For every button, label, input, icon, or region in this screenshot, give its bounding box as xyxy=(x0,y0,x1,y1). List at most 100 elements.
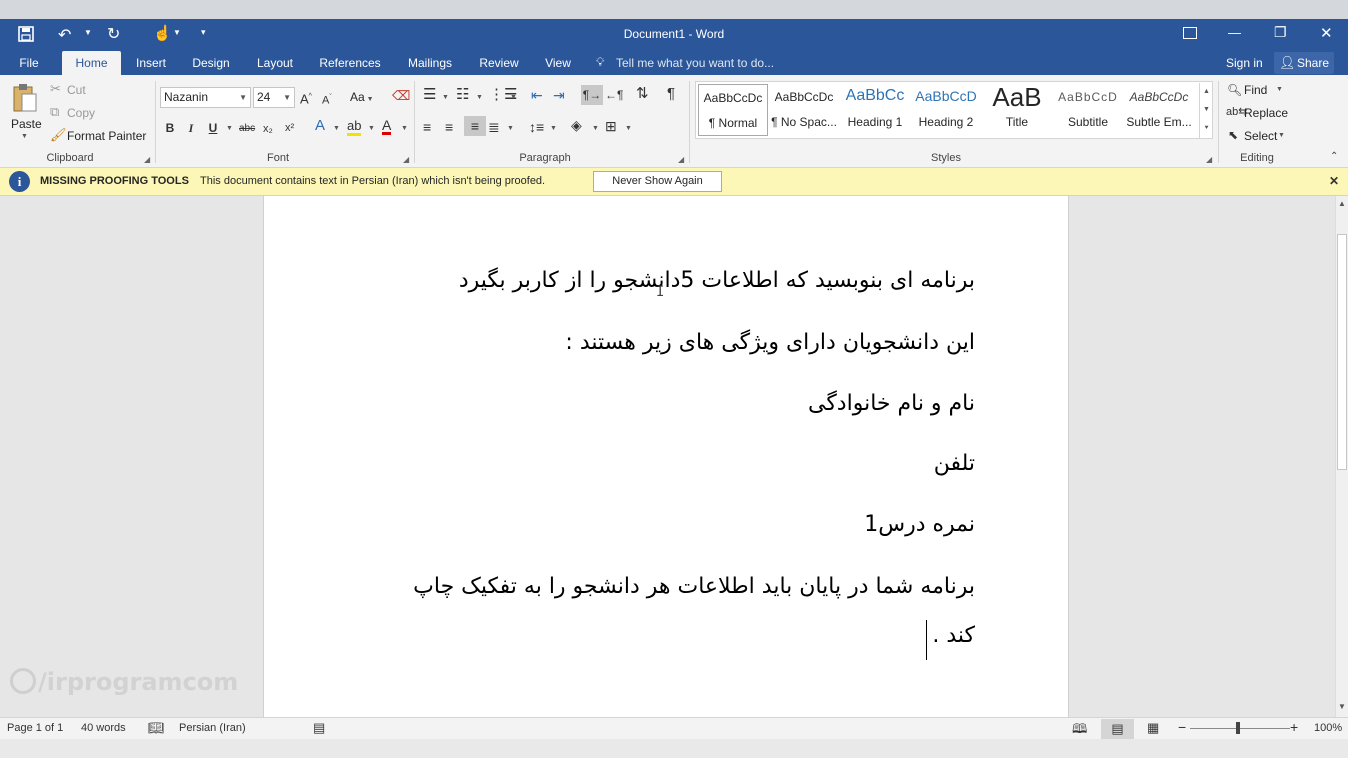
subscript-button[interactable]: x₂ xyxy=(263,122,273,136)
ribbon-display-options-icon[interactable] xyxy=(1183,27,1197,39)
tab-design[interactable]: Design xyxy=(186,51,236,75)
shading-icon[interactable]: ◈ xyxy=(571,118,582,132)
paragraph-launcher-icon[interactable]: ◢ xyxy=(678,155,684,164)
tab-mailings[interactable]: Mailings xyxy=(400,51,460,75)
replace-button[interactable]: Replace xyxy=(1244,106,1288,120)
proofing-icon[interactable]: 📖︎ xyxy=(148,720,165,736)
strikethrough-button[interactable]: abc xyxy=(239,122,255,136)
styles-launcher-icon[interactable]: ◢ xyxy=(1206,155,1212,164)
undo-dropdown-icon[interactable]: ▼ xyxy=(84,28,92,37)
share-button[interactable]: 👤︎ Share xyxy=(1274,52,1334,74)
borders-icon[interactable]: ⊞ xyxy=(605,119,617,133)
find-button[interactable]: Find xyxy=(1244,83,1267,97)
message-close-button[interactable]: ✕ xyxy=(1329,174,1339,188)
chevron-down-icon[interactable]: ▼ xyxy=(442,94,449,101)
paste-dropdown-icon[interactable]: ▼ xyxy=(21,133,28,140)
paste-icon[interactable] xyxy=(12,83,38,113)
document-paragraph[interactable]: نمره درس1 xyxy=(864,512,975,537)
chevron-down-icon[interactable]: ▼ xyxy=(592,125,599,132)
document-paragraph[interactable]: برنامه شما در پایان باید اطلاعات هر دانش… xyxy=(413,574,975,599)
justify-icon[interactable]: ≣ xyxy=(488,120,500,134)
style-heading-1[interactable]: AaBbCc Heading 1 xyxy=(840,84,910,136)
shrink-font-icon[interactable]: Aˇ xyxy=(322,91,332,108)
font-launcher-icon[interactable]: ◢ xyxy=(403,155,409,164)
tab-view[interactable]: View xyxy=(538,51,578,75)
scroll-down-icon[interactable]: ▼ xyxy=(1338,702,1346,711)
font-name-combo[interactable]: Nazanin ▼ xyxy=(160,87,251,108)
format-painter-button[interactable]: Format Painter xyxy=(67,129,146,143)
chevron-down-icon[interactable]: ▼ xyxy=(625,125,632,132)
tab-insert[interactable]: Insert xyxy=(128,51,174,75)
increase-indent-icon[interactable]: ⇥ xyxy=(553,88,565,102)
close-button[interactable]: ✕ xyxy=(1320,24,1333,42)
clipboard-launcher-icon[interactable]: ◢ xyxy=(144,155,150,164)
minimize-button[interactable]: — xyxy=(1228,25,1241,40)
document-page[interactable]: برنامه ای بنوبسید که اطلاعات 5دانشجو را … xyxy=(263,196,1069,717)
tell-me-search[interactable]: Tell me what you want to do... xyxy=(616,56,774,70)
zoom-out-button[interactable]: − xyxy=(1178,719,1186,735)
chevron-down-icon[interactable]: ▼ xyxy=(1276,86,1283,93)
document-paragraph[interactable]: این دانشجویان دارای ویژگی های زیر هستند … xyxy=(565,330,975,355)
chevron-down-icon[interactable]: ▼ xyxy=(507,125,514,132)
style-normal[interactable]: AaBbCcDc ¶ Normal xyxy=(698,84,768,136)
style-title[interactable]: AaB Title xyxy=(982,84,1052,136)
bold-button[interactable]: B xyxy=(164,121,176,135)
sign-in-link[interactable]: Sign in xyxy=(1226,56,1263,70)
chevron-down-icon[interactable]: ▼ xyxy=(550,125,557,132)
align-right-icon[interactable]: ≡ xyxy=(464,116,486,136)
ltr-direction-icon[interactable]: ¶→ xyxy=(581,85,603,105)
change-case-button[interactable]: Aa ▼ xyxy=(350,90,374,104)
touch-dropdown-icon[interactable]: ▼ xyxy=(173,28,181,37)
touch-mode-icon[interactable]: ☝ xyxy=(153,24,172,42)
chevron-down-icon[interactable]: ▼ xyxy=(510,94,517,101)
save-icon[interactable] xyxy=(18,26,34,42)
show-hide-marks-icon[interactable]: ¶ xyxy=(667,86,675,101)
decrease-indent-icon[interactable]: ⇤ xyxy=(531,88,543,102)
tab-review[interactable]: Review xyxy=(474,51,524,75)
bullets-icon[interactable]: ☰ xyxy=(423,87,436,102)
customize-qat-icon[interactable]: ▾ xyxy=(201,27,206,38)
language-indicator[interactable]: Persian (Iran) xyxy=(179,722,246,734)
vertical-scrollbar[interactable]: ▲ ▼ xyxy=(1335,196,1348,717)
zoom-in-button[interactable]: + xyxy=(1290,719,1298,735)
collapse-ribbon-icon[interactable]: ⌃ xyxy=(1330,151,1338,162)
zoom-slider-thumb[interactable] xyxy=(1236,722,1240,734)
chevron-down-icon[interactable]: ▼ xyxy=(476,94,483,101)
chevron-down-icon[interactable]: ▼ xyxy=(226,125,233,132)
numbering-icon[interactable]: ☷ xyxy=(456,87,469,102)
print-layout-icon[interactable]: ▤ xyxy=(1101,719,1134,739)
clear-formatting-icon[interactable]: ⌫ xyxy=(392,89,410,103)
text-effects-icon[interactable]: A xyxy=(315,118,325,133)
scroll-up-icon[interactable]: ▲ xyxy=(1338,199,1346,208)
tab-references[interactable]: References xyxy=(314,51,386,75)
style-subtitle[interactable]: AaBbCcD Subtitle xyxy=(1053,84,1123,136)
copy-button[interactable]: Copy xyxy=(67,106,95,120)
zoom-slider[interactable] xyxy=(1190,728,1290,729)
style-heading-2[interactable]: AaBbCcD Heading 2 xyxy=(911,84,981,136)
gallery-more-icon[interactable]: ⯆ xyxy=(1199,119,1213,138)
superscript-button[interactable]: x² xyxy=(285,121,294,135)
undo-icon[interactable]: ↶ xyxy=(58,25,80,44)
style-subtle-emphasis[interactable]: AaBbCcDc Subtle Em... xyxy=(1124,84,1194,136)
sort-icon[interactable]: ⇅ xyxy=(636,86,649,101)
document-paragraph[interactable]: کند . xyxy=(932,623,975,648)
rtl-direction-icon[interactable]: ←¶ xyxy=(605,88,623,102)
highlight-icon[interactable]: ab xyxy=(347,119,362,136)
gallery-scroll-down-icon[interactable]: ▼ xyxy=(1199,101,1213,119)
select-button[interactable]: Select xyxy=(1244,129,1277,143)
cut-button[interactable]: Cut xyxy=(67,83,86,97)
word-count[interactable]: 40 words xyxy=(81,722,126,734)
chevron-down-icon[interactable]: ▼ xyxy=(401,125,408,132)
align-left-icon[interactable]: ≡ xyxy=(423,120,431,134)
macro-icon[interactable]: ▤ xyxy=(313,720,325,736)
chevron-down-icon[interactable]: ▼ xyxy=(1278,132,1285,139)
italic-button[interactable]: I xyxy=(186,121,196,135)
align-center-icon[interactable]: ≡ xyxy=(445,120,453,134)
underline-button[interactable]: U xyxy=(207,121,219,135)
page-count[interactable]: Page 1 of 1 xyxy=(7,722,63,734)
tab-home[interactable]: Home xyxy=(62,51,121,75)
document-paragraph[interactable]: نام و نام خانوادگی xyxy=(808,391,975,416)
font-size-combo[interactable]: 24 ▼ xyxy=(253,87,295,108)
zoom-level[interactable]: 100% xyxy=(1314,722,1342,734)
restore-button[interactable]: ❐ xyxy=(1274,24,1287,41)
